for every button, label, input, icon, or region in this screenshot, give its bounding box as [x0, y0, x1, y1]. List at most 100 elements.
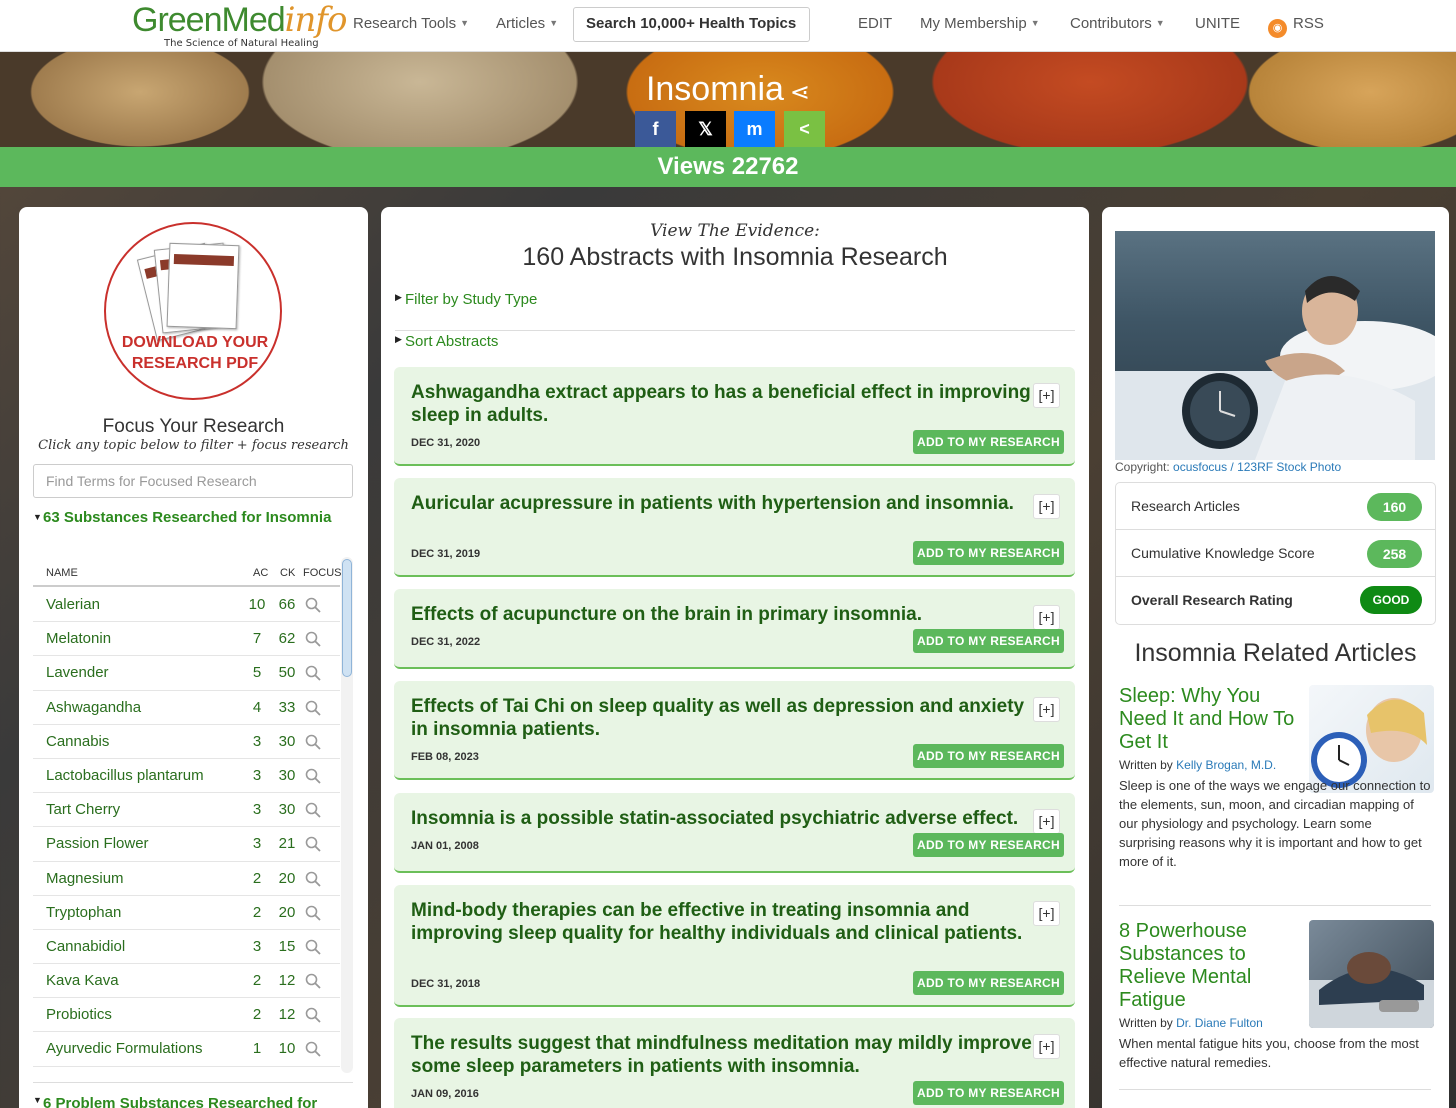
related-article-title[interactable]: Sleep: Why You Need It and How To Get It	[1119, 685, 1304, 754]
substance-name[interactable]: Lactobacillus plantarum	[46, 767, 204, 784]
magnifier-icon[interactable]	[305, 597, 321, 613]
abstract-title[interactable]: Ashwagandha extract appears to has a ben…	[411, 381, 1036, 427]
copyright-link[interactable]: ocusfocus / 123RF Stock Photo	[1173, 460, 1341, 474]
abstract-card: Insomnia is a possible statin-associated…	[394, 793, 1075, 873]
expand-abstract-button[interactable]: [+]	[1033, 1034, 1060, 1059]
expand-abstract-button[interactable]: [+]	[1033, 494, 1060, 519]
table-row[interactable]: Ayurvedic Formulations 1 10	[33, 1032, 340, 1067]
abstract-title[interactable]: Mind-body therapies can be effective in …	[411, 899, 1036, 945]
nav-my-membership[interactable]: My Membership ▼	[920, 15, 1040, 32]
expand-abstract-button[interactable]: [+]	[1033, 605, 1060, 630]
substance-name[interactable]: Ashwagandha	[46, 699, 141, 716]
expand-abstract-button[interactable]: [+]	[1033, 383, 1060, 408]
substance-name[interactable]: Ayurvedic Formulations	[46, 1040, 202, 1057]
magnifier-icon[interactable]	[305, 871, 321, 887]
add-to-my-research-button[interactable]: ADD TO MY RESEARCH	[913, 629, 1064, 653]
col-ac[interactable]: AC	[253, 567, 268, 579]
substance-name[interactable]: Tart Cherry	[46, 801, 120, 818]
twitter-share-button[interactable]: 𝕏	[685, 111, 726, 147]
abstract-date: JAN 09, 2016	[411, 1088, 479, 1100]
add-to-my-research-button[interactable]: ADD TO MY RESEARCH	[913, 430, 1064, 454]
expand-abstract-button[interactable]: [+]	[1033, 809, 1060, 834]
abstract-title[interactable]: Effects of Tai Chi on sleep quality as w…	[411, 695, 1036, 741]
substances-scrollbar[interactable]	[341, 557, 353, 1073]
substance-ac: 3	[252, 732, 262, 750]
focused-research-search-input[interactable]	[33, 464, 353, 498]
related-articles-title: Insomnia Related Articles	[1134, 639, 1417, 667]
table-row[interactable]: Cannabidiol 3 15	[33, 930, 340, 965]
substance-name[interactable]: Cannabidiol	[46, 938, 125, 955]
add-to-my-research-button[interactable]: ADD TO MY RESEARCH	[913, 1081, 1064, 1105]
table-row[interactable]: Magnesium 2 20	[33, 862, 340, 896]
abstract-title[interactable]: Insomnia is a possible statin-associated…	[411, 807, 1036, 830]
magnifier-icon[interactable]	[305, 631, 321, 647]
col-ck[interactable]: CK	[280, 567, 295, 579]
table-row[interactable]: Tryptophan 2 20	[33, 896, 340, 930]
abstract-title[interactable]: Auricular acupressure in patients with h…	[411, 492, 1036, 515]
related-article-title[interactable]: 8 Powerhouse Substances to Relieve Menta…	[1119, 920, 1304, 1012]
greenmedinfo-logo[interactable]: GreenMedinfo The Science of Natural Heal…	[132, 2, 347, 50]
abstract-title[interactable]: The results suggest that mindfulness med…	[411, 1032, 1036, 1078]
scrollbar-thumb[interactable]	[342, 559, 352, 677]
filter-by-study-type[interactable]: ▶ Filter by Study Type	[395, 291, 1075, 331]
nav-articles[interactable]: Articles ▼	[496, 15, 558, 32]
download-pdf-button[interactable]: DOWNLOAD YOUR RESEARCH PDF	[104, 222, 282, 400]
problem-substances-heading[interactable]: ▼ 6 Problem Substances Researched for	[33, 1095, 317, 1108]
abstract-title[interactable]: Effects of acupuncture on the brain in p…	[411, 603, 1036, 626]
share-icon[interactable]: ⋖	[790, 79, 810, 106]
facebook-share-button[interactable]: f	[635, 111, 676, 147]
add-to-my-research-button[interactable]: ADD TO MY RESEARCH	[913, 541, 1064, 565]
expand-abstract-button[interactable]: [+]	[1033, 697, 1060, 722]
table-row[interactable]: Lactobacillus plantarum 3 30	[33, 759, 340, 794]
nav-contributors[interactable]: Contributors ▼	[1070, 15, 1165, 32]
nav-edit[interactable]: EDIT	[858, 15, 892, 32]
substance-name[interactable]: Tryptophan	[46, 904, 121, 921]
table-row[interactable]: Tart Cherry 3 30	[33, 793, 340, 828]
substance-name[interactable]: Passion Flower	[46, 835, 149, 852]
magnifier-icon[interactable]	[305, 700, 321, 716]
substance-name[interactable]: Melatonin	[46, 630, 111, 647]
nav-unite[interactable]: UNITE	[1195, 15, 1240, 32]
substance-name[interactable]: Magnesium	[46, 870, 124, 887]
magnifier-icon[interactable]	[305, 768, 321, 784]
substance-name[interactable]: Valerian	[46, 596, 100, 613]
add-to-my-research-button[interactable]: ADD TO MY RESEARCH	[913, 971, 1064, 995]
magnifier-icon[interactable]	[305, 802, 321, 818]
substance-ck: 21	[278, 835, 296, 853]
author-link[interactable]: Kelly Brogan, M.D.	[1176, 758, 1276, 772]
table-row[interactable]: Valerian 10 66	[33, 588, 340, 623]
author-link[interactable]: Dr. Diane Fulton	[1176, 1016, 1263, 1030]
magnifier-icon[interactable]	[305, 939, 321, 955]
magnifier-icon[interactable]	[305, 734, 321, 750]
table-row[interactable]: Ashwagandha 4 33	[33, 691, 340, 725]
table-row[interactable]: Kava Kava 2 12	[33, 964, 340, 999]
table-row[interactable]: Lavender 5 50	[33, 656, 340, 691]
magnifier-icon[interactable]	[305, 836, 321, 852]
messenger-share-button[interactable]: m	[734, 111, 775, 147]
magnifier-icon[interactable]	[305, 665, 321, 682]
related-article-image[interactable]	[1309, 920, 1434, 1028]
substance-name[interactable]: Probiotics	[46, 1006, 112, 1023]
magnifier-icon[interactable]	[305, 973, 321, 989]
table-row[interactable]: Melatonin 7 62	[33, 622, 340, 657]
substance-name[interactable]: Cannabis	[46, 733, 109, 750]
substance-name[interactable]: Kava Kava	[46, 972, 119, 989]
nav-research-tools[interactable]: Research Tools ▼	[353, 15, 469, 32]
add-to-my-research-button[interactable]: ADD TO MY RESEARCH	[913, 833, 1064, 857]
col-name[interactable]: NAME	[46, 567, 78, 579]
health-topics-search[interactable]: Search 10,000+ Health Topics	[573, 7, 810, 42]
nav-rss[interactable]: ◉ RSS	[1268, 15, 1324, 38]
table-row[interactable]: Passion Flower 3 21	[33, 827, 340, 862]
generic-share-button[interactable]: <	[784, 111, 825, 147]
magnifier-icon[interactable]	[305, 1007, 321, 1023]
magnifier-icon[interactable]	[305, 1041, 321, 1058]
substance-ac: 1	[252, 1040, 262, 1058]
add-to-my-research-button[interactable]: ADD TO MY RESEARCH	[913, 744, 1064, 768]
substances-heading[interactable]: ▼ 63 Substances Researched for Insomnia	[33, 507, 333, 528]
magnifier-icon[interactable]	[305, 905, 321, 921]
expand-abstract-button[interactable]: [+]	[1033, 901, 1060, 926]
table-row[interactable]: Probiotics 2 12	[33, 998, 340, 1033]
col-focus[interactable]: FOCUS	[303, 567, 342, 579]
substance-name[interactable]: Lavender	[46, 664, 109, 681]
table-row[interactable]: Cannabis 3 30	[33, 725, 340, 759]
